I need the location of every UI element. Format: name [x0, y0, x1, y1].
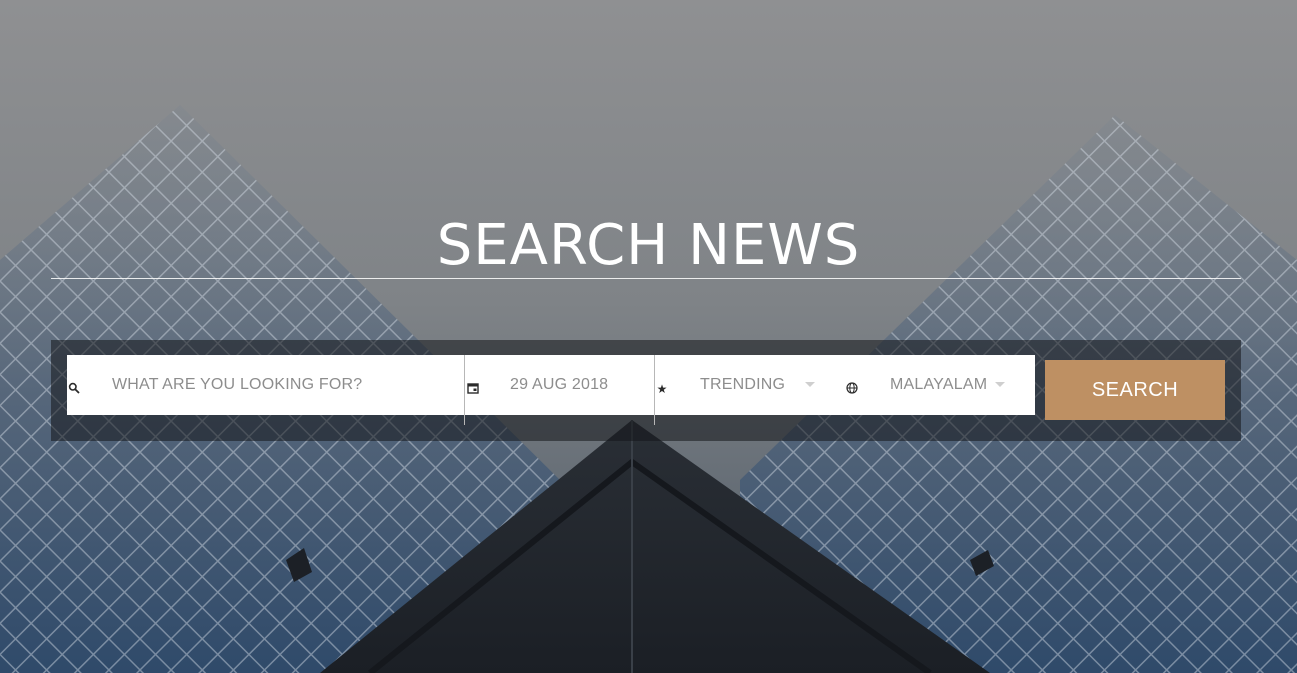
star-icon: ★	[656, 382, 668, 396]
chevron-down-icon	[805, 382, 815, 387]
calendar-icon	[466, 382, 480, 396]
category-value: TRENDING	[700, 376, 786, 393]
date-field[interactable]: 29 AUG 2018	[465, 355, 654, 415]
search-form: WHAT ARE YOU LOOKING FOR? 29 AUG 2018 ★ …	[67, 355, 1035, 415]
chevron-down-icon	[995, 382, 1005, 387]
query-field[interactable]: WHAT ARE YOU LOOKING FOR?	[67, 355, 464, 415]
date-value: 29 AUG 2018	[510, 376, 609, 393]
search-icon	[67, 382, 81, 396]
category-select[interactable]: ★ TRENDING	[655, 355, 845, 415]
field-divider	[464, 355, 465, 425]
title-underline	[51, 278, 1241, 279]
search-input[interactable]: WHAT ARE YOU LOOKING FOR?	[112, 374, 362, 396]
search-button[interactable]: SEARCH	[1045, 360, 1225, 420]
language-value: MALAYALAM	[890, 376, 988, 393]
language-select[interactable]: MALAYALAM	[845, 355, 1035, 415]
globe-icon	[845, 382, 859, 396]
hero-background	[0, 0, 1297, 673]
page-title: SEARCH NEWS	[436, 213, 861, 278]
field-divider	[654, 355, 655, 425]
